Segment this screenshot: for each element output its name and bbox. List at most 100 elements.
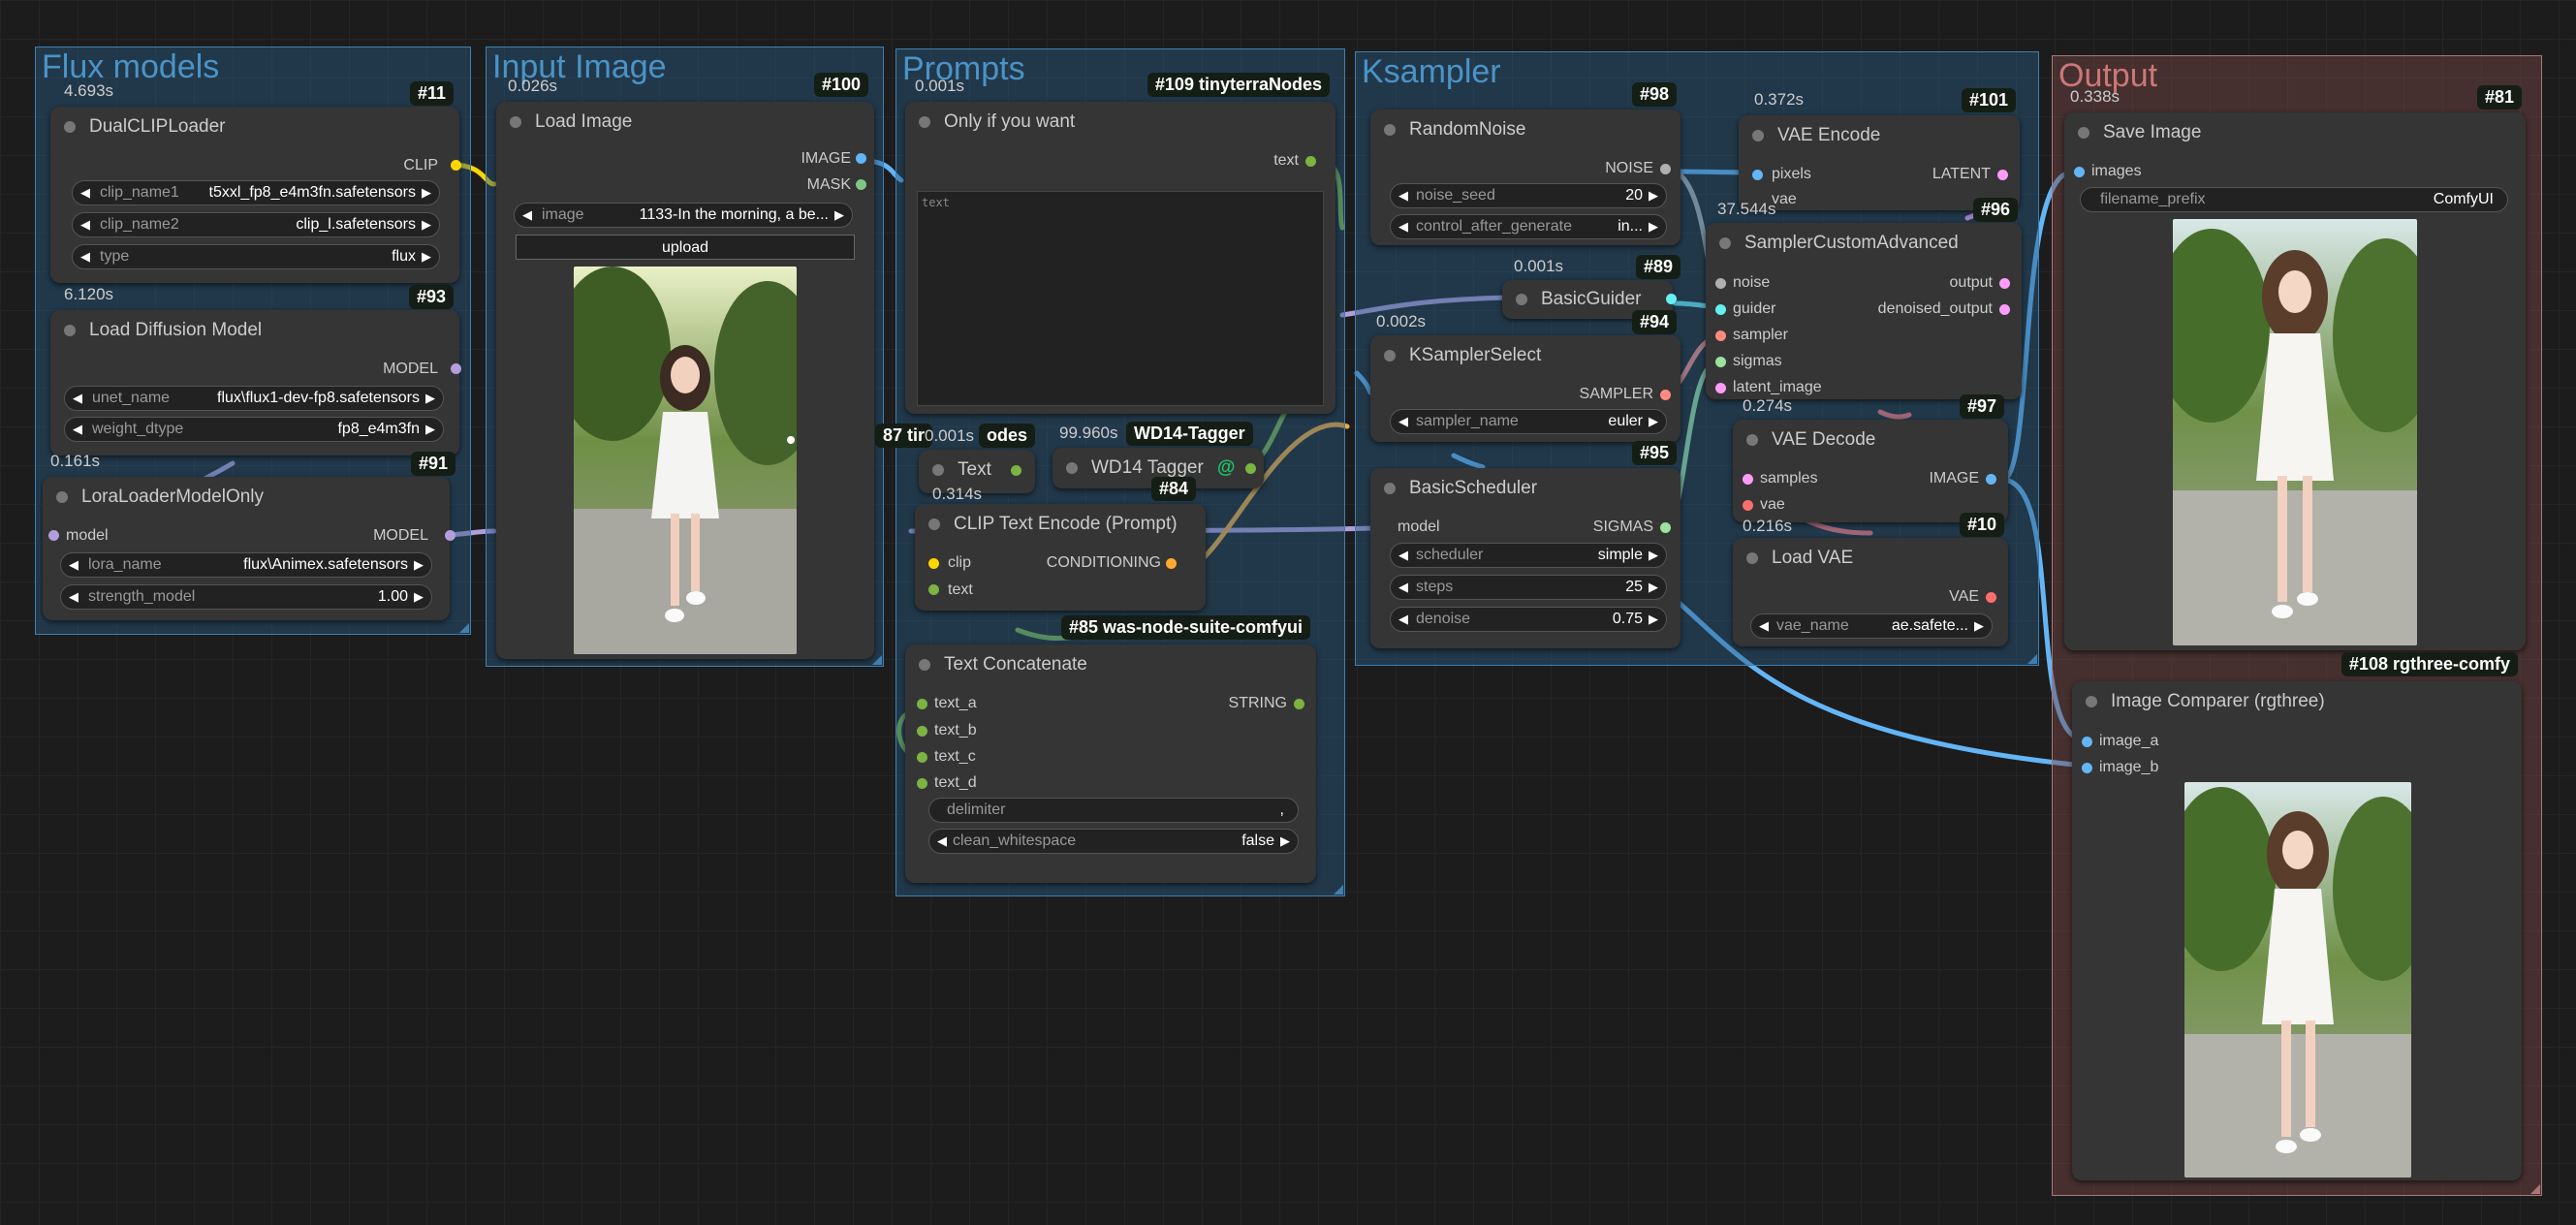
output-socket-model[interactable] — [445, 530, 456, 541]
node-header[interactable]: Load Diffusion Model — [50, 310, 459, 351]
arrow-left-icon[interactable]: ◀ — [1759, 618, 1769, 634]
arrow-right-icon[interactable]: ▶ — [414, 557, 424, 573]
collapse-dot-icon[interactable] — [1719, 237, 1731, 249]
widget-unet-name[interactable]: ◀ unet_name flux\flux1-dev-fp8.safetensors… — [64, 386, 444, 411]
input-socket-clip[interactable] — [928, 558, 939, 569]
output-socket-clip[interactable] — [451, 160, 461, 171]
arrow-right-icon[interactable]: ▶ — [425, 422, 435, 437]
node-header[interactable]: Load VAE — [1733, 538, 2008, 579]
collapse-dot-icon[interactable] — [919, 659, 930, 671]
arrow-left-icon[interactable]: ◀ — [1398, 188, 1408, 204]
node-load-image[interactable]: 0.026s #100 Load Image IMAGE MASK ◀ image… — [496, 73, 874, 659]
widget-filename-prefix[interactable]: filename_prefix ComfyUI — [2080, 187, 2508, 212]
collapse-dot-icon[interactable] — [1384, 124, 1396, 136]
node-header[interactable]: Load Image — [496, 102, 874, 142]
node-basic-scheduler[interactable]: #95 BasicScheduler model SIGMAS ◀ schedul… — [1370, 441, 1681, 648]
input-socket-pixels[interactable] — [1752, 170, 1763, 180]
collapse-dot-icon[interactable] — [1066, 462, 1078, 474]
collapse-dot-icon[interactable] — [64, 121, 76, 133]
output-socket-guider[interactable] — [1666, 294, 1677, 304]
group-resize-handle[interactable] — [1334, 885, 1343, 895]
input-socket-guider[interactable] — [1715, 304, 1726, 315]
arrow-left-icon[interactable]: ◀ — [1398, 580, 1408, 595]
collapse-dot-icon[interactable] — [2078, 127, 2089, 139]
output-socket-text[interactable] — [1305, 156, 1316, 167]
arrow-left-icon[interactable]: ◀ — [1398, 612, 1408, 627]
collapse-dot-icon[interactable] — [1746, 434, 1758, 446]
widget-sampler-name[interactable]: ◀ sampler_name euler ▶ — [1390, 409, 1667, 434]
node-image-comparer[interactable]: #108 rgthree-comfy Image Comparer (rgthr… — [2072, 652, 2522, 1180]
input-socket-text-c[interactable] — [917, 752, 927, 763]
arrow-left-icon[interactable]: ◀ — [80, 217, 90, 233]
input-socket-text-b[interactable] — [917, 726, 927, 737]
widget-delimiter[interactable]: delimiter, — [928, 798, 1299, 823]
widget-clean-whitespace[interactable]: ◀ clean_whitespace false ▶ — [928, 829, 1299, 854]
upload-button[interactable]: upload — [516, 235, 855, 260]
node-only-if-you-want[interactable]: 0.001s #109 tinyterraNodes Only if you w… — [905, 73, 1335, 414]
output-socket-string[interactable] — [1245, 463, 1256, 474]
input-socket-image-a[interactable] — [2082, 737, 2092, 747]
node-sampler-custom-advanced[interactable]: 37.544s #96 SamplerCustomAdvanced noise … — [1706, 198, 2022, 399]
arrow-right-icon[interactable]: ▶ — [1649, 188, 1658, 204]
widget-steps[interactable]: ◀ steps 25 ▶ — [1390, 575, 1667, 600]
collapse-dot-icon[interactable] — [928, 518, 940, 530]
input-socket-image-b[interactable] — [2082, 763, 2092, 773]
arrow-left-icon[interactable]: ◀ — [522, 207, 532, 223]
input-socket-text-a[interactable] — [917, 699, 927, 709]
widget-noise-seed[interactable]: ◀ noise_seed 20 ▶ — [1390, 183, 1667, 208]
arrow-left-icon[interactable]: ◀ — [80, 249, 90, 265]
group-resize-handle[interactable] — [872, 655, 882, 665]
arrow-left-icon[interactable]: ◀ — [73, 422, 82, 437]
node-save-image[interactable]: 0.338s #81 Save Image images filename_pr… — [2064, 85, 2526, 650]
input-socket-model[interactable] — [48, 530, 59, 541]
arrow-right-icon[interactable]: ▶ — [1649, 580, 1658, 595]
node-header[interactable]: Save Image — [2064, 112, 2526, 153]
arrow-left-icon[interactable]: ◀ — [1398, 548, 1408, 563]
arrow-left-icon[interactable]: ◀ — [1398, 219, 1408, 235]
node-header[interactable]: SamplerCustomAdvanced — [1706, 223, 2022, 264]
collapse-dot-icon[interactable] — [932, 464, 944, 476]
output-socket-denoised-output[interactable] — [1999, 304, 2010, 315]
arrow-right-icon[interactable]: ▶ — [422, 217, 431, 233]
input-socket-noise[interactable] — [1715, 278, 1726, 289]
arrow-right-icon[interactable]: ▶ — [414, 589, 424, 605]
image-handle[interactable] — [787, 436, 795, 444]
arrow-left-icon[interactable]: ◀ — [73, 391, 82, 406]
output-socket-sampler[interactable] — [1660, 390, 1671, 400]
collapse-dot-icon[interactable] — [1752, 130, 1764, 141]
widget-strength-model[interactable]: ◀ strength_model 1.00 ▶ — [60, 584, 432, 610]
collapse-dot-icon[interactable] — [1746, 552, 1758, 564]
output-socket-image[interactable] — [1986, 474, 1996, 485]
widget-lora-name[interactable]: ◀ lora_name flux\Animex.safetensors ▶ — [60, 552, 432, 578]
widget-scheduler[interactable]: ◀ scheduler simple ▶ — [1390, 543, 1667, 568]
node-header[interactable]: VAE Decode — [1733, 420, 2008, 460]
input-socket-text-d[interactable] — [917, 778, 927, 789]
arrow-left-icon[interactable]: ◀ — [937, 833, 947, 849]
node-load-vae[interactable]: 0.216s #10 Load VAE VAE ◀ vae_name ae.safe… — [1733, 513, 2008, 646]
group-resize-handle[interactable] — [2027, 654, 2037, 664]
arrow-right-icon[interactable]: ▶ — [1280, 833, 1290, 849]
node-header[interactable]: BasicScheduler — [1370, 468, 1681, 509]
node-clip-text-encode[interactable]: 0.314s #84 CLIP Text Encode (Prompt) cli… — [915, 477, 1206, 611]
group-resize-handle[interactable] — [459, 623, 469, 633]
node-header[interactable]: RandomNoise — [1370, 110, 1681, 150]
collapse-dot-icon[interactable] — [1516, 294, 1527, 305]
widget-clip-name1[interactable]: ◀ clip_name1 t5xxl_fp8_e4m3fn.safetensors ▶ — [72, 180, 440, 205]
input-socket-text[interactable] — [928, 584, 939, 595]
node-header[interactable]: DualCLIPLoader — [50, 107, 459, 147]
node-ksampler-select[interactable]: 0.002s #94 KSamplerSelect SAMPLER ◀ sampl… — [1370, 310, 1681, 442]
input-socket-images[interactable] — [2074, 167, 2085, 177]
group-resize-handle[interactable] — [2530, 1184, 2540, 1194]
arrow-right-icon[interactable]: ▶ — [422, 185, 431, 201]
arrow-right-icon[interactable]: ▶ — [1974, 618, 1984, 634]
arrow-right-icon[interactable]: ▶ — [1649, 548, 1658, 563]
input-socket-sampler[interactable] — [1715, 330, 1726, 341]
collapse-dot-icon[interactable] — [1384, 350, 1396, 361]
node-load-diffusion-model[interactable]: 6.120s #93 Load Diffusion Model MODEL ◀ u… — [50, 285, 461, 455]
input-socket-sigmas[interactable] — [1715, 357, 1726, 367]
node-header[interactable]: CLIP Text Encode (Prompt) — [915, 504, 1206, 545]
node-header[interactable]: KSamplerSelect — [1370, 335, 1681, 376]
arrow-right-icon[interactable]: ▶ — [1649, 219, 1658, 235]
text-input-area[interactable]: text — [917, 191, 1324, 406]
arrow-left-icon[interactable]: ◀ — [69, 557, 79, 573]
